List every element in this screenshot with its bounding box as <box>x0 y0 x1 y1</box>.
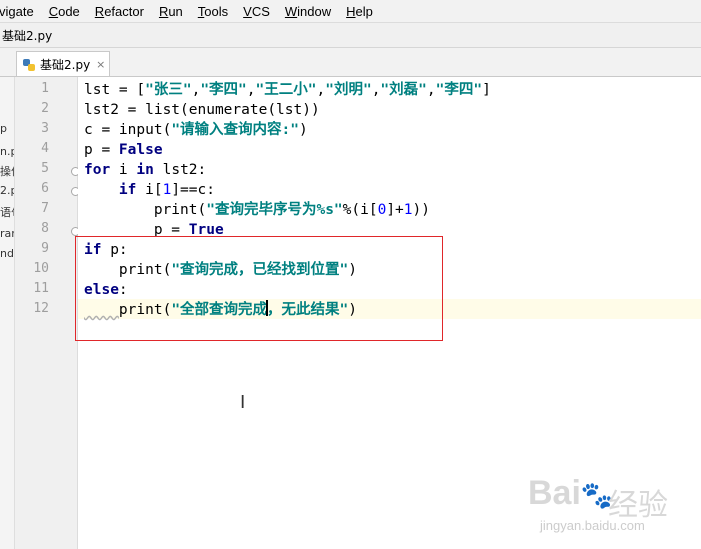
code-line-6: if i[1]==c: <box>118 182 215 198</box>
code-line-1: lst = ["张三","李四","王二小","刘明","刘磊","李四"] <box>84 82 491 98</box>
menu-refactor[interactable]: Refactor <box>95 4 144 19</box>
python-file-icon <box>22 57 36 71</box>
line-number: 12 <box>33 301 49 316</box>
menu-navigate[interactable]: vigate <box>0 4 34 19</box>
project-item[interactable]: rar <box>0 227 14 240</box>
project-item[interactable]: p <box>0 122 7 135</box>
annotation-highlight-box <box>75 236 443 341</box>
line-number: 9 <box>41 241 49 256</box>
line-number: 4 <box>41 141 49 156</box>
project-item[interactable]: 操作 <box>0 163 14 179</box>
line-number: 1 <box>41 81 49 96</box>
project-item[interactable]: 语句 <box>0 204 14 220</box>
line-number: 3 <box>41 121 49 136</box>
menu-run[interactable]: Run <box>159 4 183 19</box>
line-number: 6 <box>41 181 49 196</box>
navigation-bar: 基础2.py <box>0 23 701 48</box>
menu-help[interactable]: Help <box>346 4 373 19</box>
text-cursor-icon: I <box>240 392 246 413</box>
code-line-5: for i in lst2: <box>84 162 207 178</box>
line-number: 7 <box>41 201 49 216</box>
watermark-site: jingyan.baidu.com <box>540 518 645 533</box>
project-item[interactable]: 2.py <box>0 184 14 197</box>
menu-tools[interactable]: Tools <box>198 4 228 19</box>
project-panel: p n.p 操作 2.py 语句 rar nd <box>0 77 15 549</box>
project-item[interactable]: n.p <box>0 145 14 158</box>
project-item[interactable]: nd <box>0 247 14 260</box>
line-number: 10 <box>33 261 49 276</box>
menu-window[interactable]: Window <box>285 4 331 19</box>
code-line-2: lst2 = list(enumerate(lst)) <box>84 102 320 118</box>
menu-vcs[interactable]: VCS <box>243 4 270 19</box>
line-number: 11 <box>33 281 49 296</box>
editor-gutter: 1 2 3 4 5 6 7 8 9 10 11 12 <box>15 77 80 549</box>
line-number: 5 <box>41 161 49 176</box>
code-line-4: p = False <box>84 142 163 158</box>
watermark-logo: Bai🐾 <box>528 474 614 512</box>
code-line-3: c = input("请输入查询内容:") <box>84 122 308 138</box>
editor-tab-bar: 基础2.py × <box>0 48 701 77</box>
close-tab-icon[interactable]: × <box>96 58 105 71</box>
menu-bar: vigate Code Refactor Run Tools VCS Windo… <box>0 0 701 23</box>
tab-file[interactable]: 基础2.py × <box>16 51 110 76</box>
breadcrumb-file[interactable]: 基础2.py <box>2 27 52 44</box>
menu-code[interactable]: Code <box>49 4 80 19</box>
tab-file-name: 基础2.py <box>40 57 91 72</box>
line-number: 8 <box>41 221 49 236</box>
code-line-7: print("查询完毕序号为%s"%(i[0]+1)) <box>153 202 430 218</box>
baidu-watermark: Bai🐾 经验 jingyan.baidu.com <box>528 474 698 544</box>
line-number: 2 <box>41 101 49 116</box>
